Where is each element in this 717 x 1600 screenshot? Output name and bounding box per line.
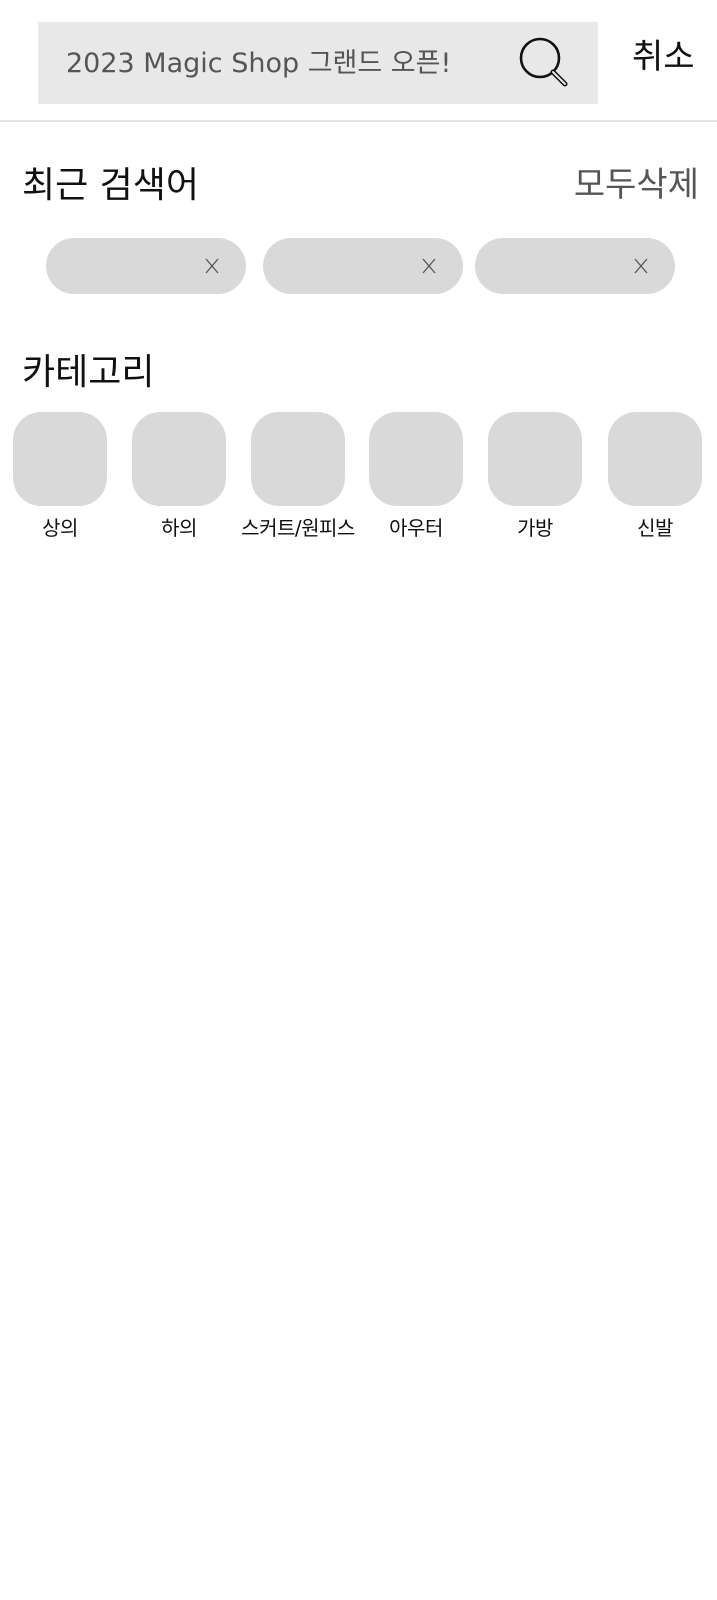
search-icon[interactable] <box>516 35 572 91</box>
category-label: 하의 <box>161 516 197 540</box>
category-item-skirts-dresses[interactable]: 스커트/원피스 <box>238 412 358 541</box>
recent-search-chip[interactable] <box>263 238 463 294</box>
category-thumbnail[interactable] <box>251 412 345 506</box>
search-input[interactable] <box>66 22 516 104</box>
search-page: 취소 최근 검색어 모두삭제 카테고리 <box>0 0 717 1600</box>
category-label: 상의 <box>42 516 78 540</box>
category-thumbnail[interactable] <box>608 412 702 506</box>
category-thumbnail[interactable] <box>369 412 463 506</box>
recent-search-chip[interactable] <box>475 238 675 294</box>
header-divider <box>0 120 717 122</box>
recent-search-chip[interactable] <box>46 238 246 294</box>
close-icon[interactable] <box>415 252 443 280</box>
category-item-shoes[interactable]: 신발 <box>595 412 715 541</box>
category-label: 가방 <box>517 516 553 540</box>
clear-all-button[interactable]: 모두삭제 <box>574 168 699 202</box>
category-item-outerwear[interactable]: 아우터 <box>356 412 476 541</box>
close-icon[interactable] <box>627 252 655 280</box>
recent-searches-title: 최근 검색어 <box>22 165 200 206</box>
search-bar[interactable] <box>38 22 598 104</box>
category-item-bottoms[interactable]: 하의 <box>119 412 239 541</box>
category-thumbnail[interactable] <box>132 412 226 506</box>
cancel-button[interactable]: 취소 <box>632 40 695 74</box>
category-thumbnail[interactable] <box>488 412 582 506</box>
category-label: 스커트/원피스 <box>241 516 355 540</box>
category-label: 신발 <box>637 516 673 540</box>
category-thumbnail[interactable] <box>13 412 107 506</box>
category-item-bags[interactable]: 가방 <box>475 412 595 541</box>
category-item-tops[interactable]: 상의 <box>0 412 120 541</box>
close-icon[interactable] <box>198 252 226 280</box>
category-title: 카테고리 <box>22 352 155 393</box>
category-label: 아우터 <box>389 516 443 540</box>
